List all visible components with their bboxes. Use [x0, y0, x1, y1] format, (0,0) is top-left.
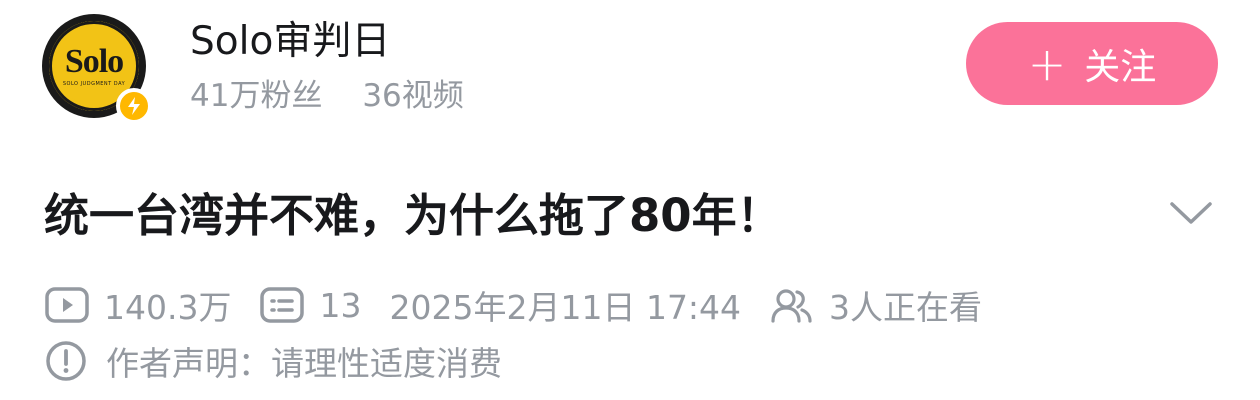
verified-badge [116, 88, 152, 124]
avatar[interactable]: Solo SOLO JUDGMENT DAY [42, 14, 152, 124]
viewers-icon [769, 285, 815, 325]
publish-time: 2025年2月11日 17:44 [389, 288, 742, 327]
play-count: 140.3万 [104, 288, 232, 327]
follow-label: 关注 [1084, 46, 1157, 88]
declaration-text: 作者声明：请理性适度消费 [106, 344, 502, 383]
video-count: 36视频 [362, 78, 464, 114]
author-stats: 41万粉丝 36视频 [190, 76, 494, 116]
author-name[interactable]: Solo审判日 [190, 18, 390, 66]
follower-count: 41万粉丝 [190, 78, 323, 114]
follow-button[interactable]: + 关注 [966, 22, 1218, 105]
lightning-icon [128, 97, 140, 115]
chevron-down-icon[interactable] [1168, 196, 1214, 230]
plus-icon: + [1027, 36, 1067, 91]
watching-count: 3人正在看 [829, 288, 983, 327]
author-declaration[interactable]: 作者声明：请理性适度消费 [44, 334, 502, 388]
logo-text: Solo [64, 43, 124, 80]
logo-subtext: SOLO JUDGMENT DAY [62, 81, 126, 87]
video-title: 统一台湾并不难，为什么拖了80年！ [44, 189, 782, 242]
comment-count: 13 [319, 285, 362, 325]
comment-icon [259, 285, 305, 325]
video-meta: 140.3万 13 2025年2月11日 17:44 3人正在看 [44, 278, 982, 332]
play-icon [44, 285, 90, 325]
info-icon [44, 339, 88, 383]
